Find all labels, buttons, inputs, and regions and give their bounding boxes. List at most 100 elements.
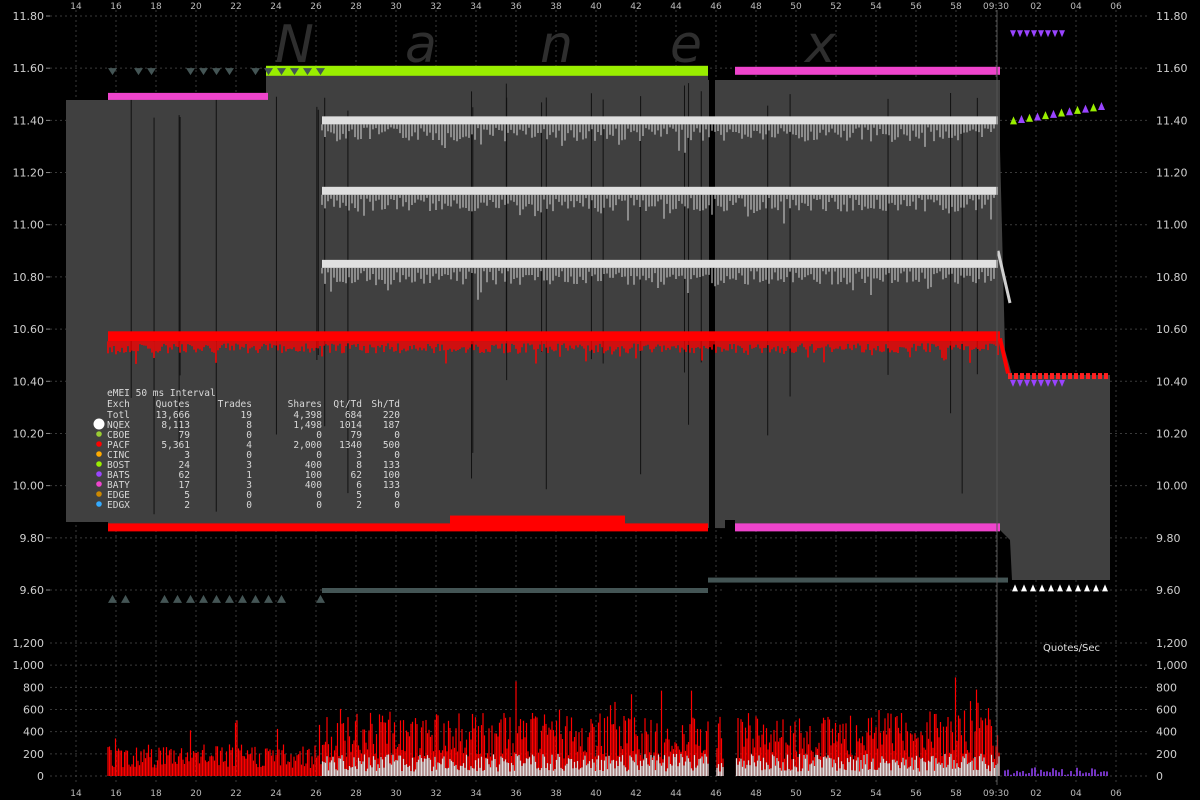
volume-tick-label-right: 1,000: [1156, 659, 1188, 672]
pacf-bid-marker: [1056, 373, 1060, 380]
volume-tick-label-right: 0: [1156, 770, 1163, 783]
time-tick-label-bottom: 24: [270, 789, 282, 799]
pacf-bid-marker: [1068, 373, 1072, 380]
time-tick-label-bottom: 46: [710, 789, 722, 799]
pacf-bid-band: [108, 331, 1000, 342]
pacf-bid-marker: [1044, 373, 1048, 380]
price-tick-label-left: 11.80: [13, 10, 45, 23]
time-tick-label-bottom: 32: [430, 789, 441, 799]
volume-tick-label-right: 1,200: [1156, 637, 1188, 650]
time-tick-label-bottom: 54: [870, 789, 882, 799]
time-tick-label-bottom: 20: [190, 789, 202, 799]
time-tick-label-top: 58: [950, 2, 962, 12]
pacf-bid-marker: [1080, 373, 1084, 380]
price-tick-label-left: 10.60: [13, 323, 45, 336]
legend-marker: [96, 451, 102, 457]
bost-ask-band: [266, 65, 708, 76]
time-tick-label-bottom: 56: [910, 789, 922, 799]
time-tick-label-bottom: 48: [750, 789, 762, 799]
legend-marker: [96, 471, 102, 477]
volume-tick-label-left: 1,000: [13, 659, 45, 672]
quotes-per-sec-label: Quotes/Sec: [1043, 643, 1100, 654]
volume-tick-label-left: 600: [23, 704, 44, 717]
time-tick-label-top: 38: [550, 2, 562, 12]
volume-tick-label-left: 0: [37, 770, 44, 783]
volume-tick-label-right: 400: [1156, 726, 1177, 739]
baty-ask-band: [735, 66, 1000, 75]
volume-tick-label-right: 200: [1156, 748, 1177, 761]
time-tick-label-top: 54: [870, 2, 882, 12]
nbbo-spread-region: [66, 74, 1110, 580]
summary-column-header: Qt/Td: [333, 399, 362, 410]
time-tick-label-top: 22: [230, 2, 241, 12]
time-tick-label-bottom: 34: [470, 789, 482, 799]
time-tick-label-bottom: 22: [230, 789, 241, 799]
pacf-bid-marker: [1026, 373, 1030, 380]
time-tick-label-bottom: 16: [110, 789, 122, 799]
time-tick-label-bottom: 52: [830, 789, 841, 799]
time-tick-label-top: 30: [390, 2, 402, 12]
pacf-bid-marker: [1092, 373, 1096, 380]
time-tick-label-bottom: 18: [150, 789, 162, 799]
time-tick-label-bottom: 58: [950, 789, 962, 799]
time-tick-label-top: 02: [1030, 2, 1041, 12]
time-tick-label-bottom: 06: [1110, 789, 1122, 799]
price-tick-label-left: 10.20: [13, 427, 45, 440]
time-tick-label-top: 14: [70, 2, 82, 12]
volume-tick-label-left: 800: [23, 681, 44, 694]
time-tick-label-bottom: 44: [670, 789, 682, 799]
nqex-quote-band: [322, 116, 998, 125]
watermark-letter: x: [803, 15, 837, 75]
price-tick-label-right: 11.60: [1156, 62, 1188, 75]
baty-bid-band: [735, 523, 1000, 532]
time-tick-label-top: 36: [510, 2, 522, 12]
time-tick-label-top: 18: [150, 2, 162, 12]
summary-title: eMEI 50 ms Interval: [107, 388, 216, 399]
price-tick-label-left: 9.80: [20, 532, 45, 545]
time-tick-label-bottom: 28: [350, 789, 362, 799]
pacf-bid-marker: [1098, 373, 1102, 380]
time-tick-label-bottom: 04: [1070, 789, 1082, 799]
pacf-bid-marker: [1032, 373, 1036, 380]
price-tick-label-left: 11.60: [13, 62, 45, 75]
summary-cell: EDGX: [107, 500, 130, 511]
quote-band: [708, 577, 1008, 583]
price-tick-label-right: 11.00: [1156, 219, 1188, 232]
volume-tick-label-left: 200: [23, 748, 44, 761]
pacf-ask-band: [450, 515, 625, 524]
time-tick-label-bottom: 09:30: [983, 789, 1009, 799]
time-tick-label-bottom: 02: [1030, 789, 1041, 799]
pacf-bid-marker: [1008, 373, 1012, 380]
legend-marker: [96, 501, 102, 507]
time-tick-label-top: 20: [190, 2, 202, 12]
summary-cell: 2: [184, 500, 190, 511]
pacf-ask-band: [108, 523, 708, 532]
time-tick-label-bottom: 30: [390, 789, 402, 799]
market-chart: Nanex Quotes/Sec 11.80 11.8011.60 11.6011.…: [0, 0, 1200, 800]
data-gap: [709, 76, 715, 776]
time-tick-label-top: 09:30: [983, 2, 1009, 12]
pacf-bid-marker: [1014, 373, 1018, 380]
price-tick-label-right: 10.20: [1156, 427, 1188, 440]
time-tick-label-top: 34: [470, 2, 482, 12]
legend-marker: [93, 418, 105, 430]
summary-column-header: Quotes: [156, 399, 190, 410]
summary-cell: 0: [394, 500, 400, 511]
time-tick-label-bottom: 14: [70, 789, 82, 799]
time-tick-label-top: 06: [1110, 2, 1122, 12]
price-tick-label-right: 10.80: [1156, 271, 1188, 284]
price-tick-label-right: 11.20: [1156, 167, 1188, 180]
price-tick-label-right: 9.80: [1156, 532, 1181, 545]
legend-marker: [96, 461, 102, 467]
price-tick-label-right: 9.60: [1156, 584, 1181, 597]
summary-cell: 0: [316, 500, 322, 511]
pacf-bid-marker: [1062, 373, 1066, 380]
legend-marker: [96, 431, 102, 437]
time-tick-label-top: 32: [430, 2, 441, 12]
time-tick-label-top: 04: [1070, 2, 1082, 12]
pacf-bid-marker: [1086, 373, 1090, 380]
price-tick-label-right: 10.40: [1156, 375, 1188, 388]
price-tick-label-left: 11.20: [13, 167, 45, 180]
time-tick-label-bottom: 42: [630, 789, 641, 799]
price-tick-label-left: 9.60: [20, 584, 45, 597]
